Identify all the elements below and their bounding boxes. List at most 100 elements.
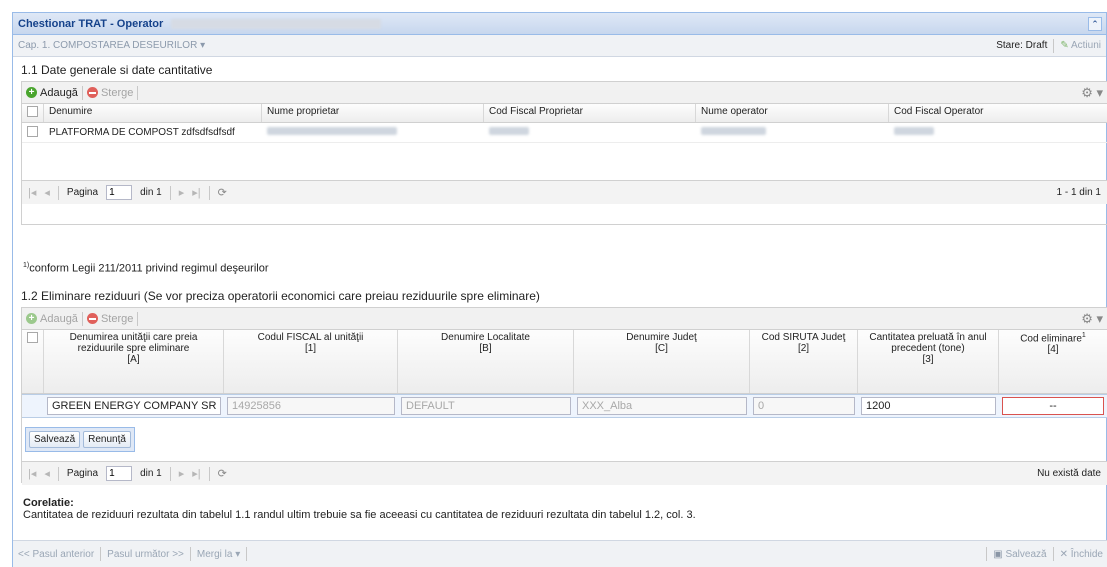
divider <box>986 547 988 561</box>
gear-icon[interactable]: ⚙ ▾ <box>1081 311 1103 327</box>
column-label: Denumirea unităţii care preia reziduuril… <box>69 332 198 354</box>
prev-page-icon[interactable]: ◂ <box>44 186 50 199</box>
goto-menu[interactable]: Mergi la ▾ <box>197 549 240 560</box>
divider <box>208 466 210 481</box>
divider <box>246 547 248 561</box>
column-header-denumire[interactable]: Denumire <box>44 104 262 122</box>
column-header-cod-eliminare[interactable]: Cod eliminare1 [4] <box>999 330 1107 393</box>
siruta-field[interactable] <box>753 397 855 415</box>
grid-toolbar: + Adaugă Sterge ⚙ ▾ <box>22 82 1107 104</box>
column-header-cod-fiscal-proprietar[interactable]: Cod Fiscal Proprietar <box>484 104 696 122</box>
row-editor-buttons: Salvează Renunţă <box>25 427 135 452</box>
page-total-label: din 1 <box>140 187 162 198</box>
add-button[interactable]: + Adaugă <box>26 87 78 99</box>
gear-icon[interactable]: ⚙ ▾ <box>1081 85 1103 101</box>
actions-label: Actiuni <box>1070 40 1101 51</box>
first-page-icon[interactable]: |◂ <box>28 467 36 480</box>
correlation-heading: Corelatie: <box>23 497 74 509</box>
footnote-text: conform Legii 211/2011 privind regimul d… <box>29 262 269 275</box>
column-header-cod-fiscal[interactable]: Codul FISCAL al unităţii [1] <box>224 330 398 393</box>
column-header-localitate[interactable]: Denumire Localitate [B] <box>398 330 574 393</box>
column-header-cantitate[interactable]: Cantitatea preluată în anul precedent (t… <box>858 330 999 393</box>
column-header-judet[interactable]: Denumire Judeţ [C] <box>574 330 750 393</box>
pager-summary: 1 - 1 din 1 <box>1056 187 1101 198</box>
pager: |◂ ◂ Pagina din 1 ▸ ▸| ⟳ 1 - 1 din 1 <box>22 180 1107 204</box>
goto-label: Mergi la <box>196 548 233 560</box>
delete-label: Sterge <box>100 312 134 325</box>
grid-header: Denumirea unităţii care preia reziduuril… <box>22 330 1107 394</box>
close-label: Închide <box>1070 548 1103 560</box>
wrench-icon: ✎ <box>1060 40 1069 51</box>
delete-label: Sterge <box>100 86 134 99</box>
refresh-icon[interactable]: ⟳ <box>218 467 227 480</box>
column-label: Codul FISCAL al unităţii <box>257 332 364 343</box>
cantitate-field[interactable] <box>861 397 996 415</box>
grid-general-data: + Adaugă Sterge ⚙ ▾ Denumire Nume proprie… <box>21 81 1107 225</box>
divider <box>57 185 59 200</box>
footnote: 1)conform Legii 211/2011 privind regimul… <box>23 262 269 275</box>
chapter-menu[interactable]: Cap. 1. COMPOSTAREA DESEURILOR ▾ <box>18 40 205 51</box>
delete-button[interactable]: Sterge <box>86 312 134 325</box>
cell-denumire: PLATFORMA DE COMPOST zdfsdfsdfsdf <box>49 127 235 138</box>
prev-page-icon[interactable]: ◂ <box>44 467 50 480</box>
save-button[interactable]: ▣ Salvează <box>993 549 1046 560</box>
next-step-button[interactable]: Pasul următor >> <box>107 549 184 560</box>
close-button[interactable]: ✕ Închide <box>1060 549 1103 560</box>
column-label: Denumire Localitate <box>441 332 530 343</box>
column-header-cod-fiscal-operator[interactable]: Cod Fiscal Operator <box>889 104 1107 122</box>
last-page-icon[interactable]: ▸| <box>192 467 200 480</box>
add-label: Adaugă <box>40 312 78 325</box>
last-page-icon[interactable]: ▸| <box>192 186 200 199</box>
select-all-checkbox[interactable] <box>27 106 38 117</box>
delete-button[interactable]: Sterge <box>86 86 134 99</box>
row-checkbox[interactable] <box>27 125 38 137</box>
divider <box>57 466 59 481</box>
add-label: Adaugă <box>40 86 78 99</box>
page-label: Pagina <box>66 187 99 198</box>
save-row-button[interactable]: Salvează <box>29 431 81 448</box>
column-label: Cod SIRUTA Judeţ <box>761 332 846 343</box>
next-page-icon[interactable]: ▸ <box>179 186 185 199</box>
row-editor <box>22 394 1107 418</box>
localitate-field[interactable] <box>401 397 571 415</box>
divider <box>169 466 171 481</box>
refresh-icon[interactable]: ⟳ <box>218 186 227 199</box>
close-icon: ✕ <box>1059 548 1068 560</box>
divider <box>1053 38 1055 53</box>
column-code: [A] <box>127 354 140 365</box>
divider <box>137 311 139 326</box>
cell-nume-proprietar-redacted <box>262 124 484 141</box>
column-header-siruta[interactable]: Cod SIRUTA Judeţ [2] <box>750 330 858 393</box>
grid-header: Denumire Nume proprietar Cod Fiscal Prop… <box>22 104 1107 123</box>
page-number-input[interactable] <box>106 466 133 481</box>
column-header-nume-operator[interactable]: Nume operator <box>696 104 889 122</box>
questionnaire-window: Chestionar TRAT - Operator ⌃ Cap. 1. COM… <box>12 12 1107 567</box>
cell-nume-operator-redacted <box>696 124 889 141</box>
status-text: Stare: Draft <box>996 40 1048 51</box>
select-all-checkbox[interactable] <box>27 332 38 343</box>
cell-cod-fiscal-proprietar-redacted <box>484 124 696 141</box>
add-button[interactable]: + Adaugă <box>26 313 78 325</box>
cancel-row-button[interactable]: Renunţă <box>83 431 131 448</box>
denumire-field[interactable] <box>47 397 221 415</box>
column-label: Denumire Judeţ <box>626 332 697 343</box>
pager-summary: Nu există date <box>1037 468 1101 479</box>
grid-residue-elimination: + Adaugă Sterge ⚙ ▾ Denumirea unităţii ca… <box>21 307 1107 485</box>
next-page-icon[interactable]: ▸ <box>179 467 185 480</box>
column-header-denumire-unitate[interactable]: Denumirea unităţii care preia reziduuril… <box>44 330 224 393</box>
section-2-title: 1.2 Eliminare reziduuri (Se vor preciza … <box>21 289 540 303</box>
select-all-cell <box>22 330 44 393</box>
first-page-icon[interactable]: |◂ <box>28 186 36 199</box>
cod-eliminare-field[interactable] <box>1002 397 1104 415</box>
page-number-input[interactable] <box>106 185 133 200</box>
chevron-up-icon[interactable]: ⌃ <box>1088 16 1102 31</box>
cell-cod-fiscal-operator-redacted <box>889 124 1107 141</box>
window-titlebar: Chestionar TRAT - Operator ⌃ <box>13 13 1106 35</box>
previous-step-button[interactable]: << Pasul anterior <box>18 549 94 560</box>
column-header-nume-proprietar[interactable]: Nume proprietar <box>262 104 484 122</box>
cod-fiscal-field[interactable] <box>227 397 395 415</box>
judet-field[interactable] <box>577 397 747 415</box>
table-row[interactable]: PLATFORMA DE COMPOST zdfsdfsdfsdf <box>22 123 1107 143</box>
actions-button[interactable]: ✎ Actiuni <box>1060 40 1101 51</box>
column-code: [1] <box>304 343 317 354</box>
